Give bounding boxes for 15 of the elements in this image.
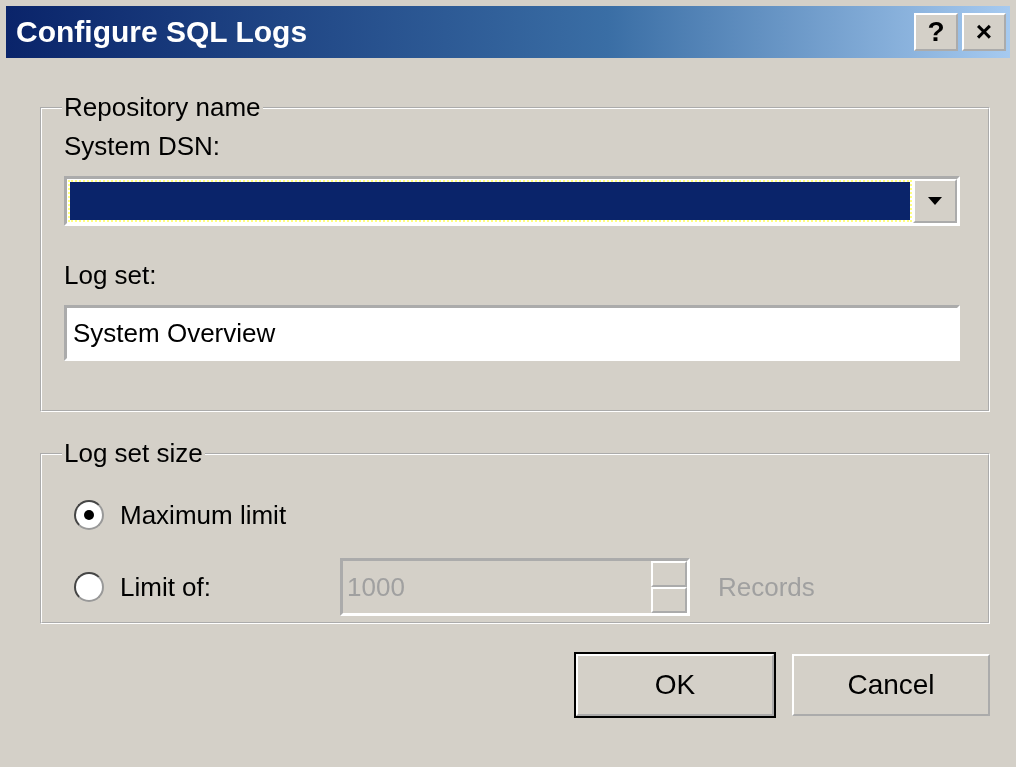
field-label: Log set:	[64, 260, 158, 291]
help-button[interactable]: ?	[914, 13, 958, 51]
group-title: Repository name	[63, 92, 262, 123]
ok-button[interactable]: OK	[576, 654, 774, 716]
close-button[interactable]: ×	[962, 13, 1006, 51]
radio-button[interactable]	[74, 500, 104, 530]
window-title: Configure SQL Logs	[16, 15, 308, 49]
radio-label[interactable]: Maximum limit	[120, 499, 290, 531]
group-title: Log set size	[63, 438, 204, 469]
cancel-button[interactable]: Cancel	[792, 654, 990, 716]
radio-button[interactable]	[74, 572, 104, 602]
radio-label[interactable]: Limit of:	[120, 571, 290, 603]
field-label: System DSN:	[64, 131, 222, 162]
log-set-field[interactable]: System Overview	[64, 305, 960, 361]
dsn-dropdown[interactable]	[64, 176, 960, 226]
